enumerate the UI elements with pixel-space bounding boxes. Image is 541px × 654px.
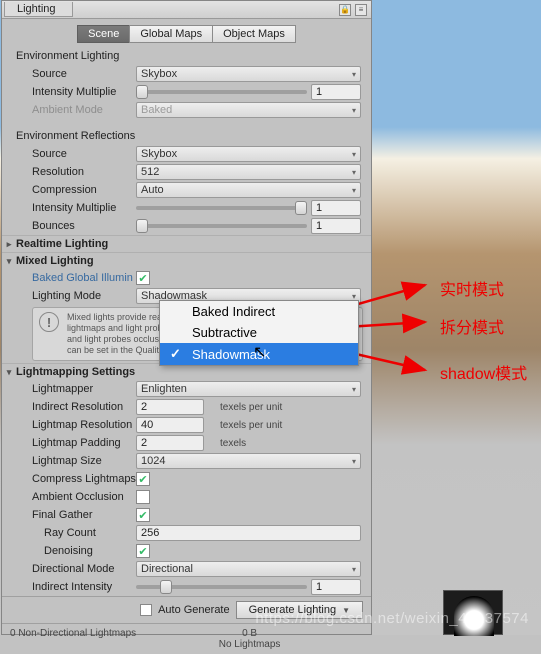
lighting-mode-menu: Baked Indirect Subtractive ✓Shadowmask xyxy=(159,300,359,366)
info-icon: ! xyxy=(39,312,59,332)
chevron-down-icon: ▼ xyxy=(342,606,350,615)
lightmapper-label: Lightmapper xyxy=(20,383,136,395)
tab-scene[interactable]: Scene xyxy=(77,25,130,43)
lightmap-res-label: Lightmap Resolution xyxy=(20,419,136,431)
refl-comp-label: Compression xyxy=(20,184,136,196)
baked-gi-label: Baked Global Illumin xyxy=(20,272,136,284)
refl-res-dropdown[interactable]: 512▾ xyxy=(136,164,361,180)
indirect-int-slider[interactable] xyxy=(136,585,307,589)
generate-lighting-button[interactable]: Generate Lighting▼ xyxy=(236,601,363,619)
ambient-mode-dropdown: Baked▾ xyxy=(136,102,361,118)
final-gather-checkbox[interactable]: ✔ xyxy=(136,508,150,522)
refl-source-dropdown[interactable]: Skybox▾ xyxy=(136,146,361,162)
unit-label: texels per unit xyxy=(214,402,282,413)
unit-label: texels per unit xyxy=(214,420,282,431)
ray-count-field[interactable]: 256 xyxy=(136,525,361,541)
indirect-int-field[interactable]: 1 xyxy=(311,579,361,595)
chevron-down-icon: ▾ xyxy=(352,106,356,115)
realtime-lighting-header[interactable]: ▸Realtime Lighting xyxy=(2,235,371,252)
refl-source-label: Source xyxy=(20,148,136,160)
env-reflections-header: Environment Reflections xyxy=(2,127,371,145)
annotation-split: 拆分模式 xyxy=(440,314,504,338)
env-source-label: Source xyxy=(20,68,136,80)
final-gather-label: Final Gather xyxy=(20,509,136,521)
dir-mode-label: Directional Mode xyxy=(20,563,136,575)
indirect-res-field[interactable]: 2 xyxy=(136,399,204,415)
lightmap-res-field[interactable]: 40 xyxy=(136,417,204,433)
tab-global-maps[interactable]: Global Maps xyxy=(129,25,213,43)
lighting-mode-label: Lighting Mode xyxy=(20,290,136,302)
refl-bounces-slider[interactable] xyxy=(136,224,307,228)
brush-preview xyxy=(443,590,503,635)
indirect-int-label: Indirect Intensity xyxy=(20,581,136,593)
refl-comp-dropdown[interactable]: Auto▾ xyxy=(136,182,361,198)
chevron-down-icon: ▾ xyxy=(352,70,356,79)
compress-label: Compress Lightmaps xyxy=(20,473,136,485)
ao-checkbox[interactable]: ✔ xyxy=(136,490,150,504)
env-intensity-label: Intensity Multiplie xyxy=(20,86,136,98)
baked-gi-checkbox[interactable]: ✔ xyxy=(136,271,150,285)
env-intensity-slider[interactable] xyxy=(136,90,307,94)
refl-intensity-field[interactable]: 1 xyxy=(311,200,361,216)
titlebar: Lighting 🔒 ≡ xyxy=(2,1,371,19)
ambient-mode-label: Ambient Mode xyxy=(20,104,136,116)
auto-generate-label: Auto Generate xyxy=(158,604,230,616)
refl-bounces-field[interactable]: 1 xyxy=(311,218,361,234)
compress-checkbox[interactable]: ✔ xyxy=(136,472,150,486)
menu-subtractive[interactable]: Subtractive xyxy=(160,322,358,343)
auto-generate-checkbox[interactable] xyxy=(140,604,152,616)
tabs: Scene Global Maps Object Maps xyxy=(2,19,371,47)
refl-res-label: Resolution xyxy=(20,166,136,178)
dir-mode-dropdown[interactable]: Directional▾ xyxy=(136,561,361,577)
menu-icon[interactable]: ≡ xyxy=(355,4,367,16)
annotation-shadow: shadow模式 xyxy=(440,360,530,384)
tab-object-maps[interactable]: Object Maps xyxy=(212,25,296,43)
menu-baked-indirect[interactable]: Baked Indirect xyxy=(160,301,358,322)
denoise-label: Denoising xyxy=(20,545,136,557)
mixed-lighting-header[interactable]: ▾Mixed Lighting xyxy=(2,252,371,269)
padding-field[interactable]: 2 xyxy=(136,435,204,451)
window-title-tab[interactable]: Lighting xyxy=(4,2,73,17)
lock-icon[interactable]: 🔒 xyxy=(339,4,351,16)
refl-intensity-slider[interactable] xyxy=(136,206,307,210)
unit-label: texels xyxy=(214,438,246,449)
env-lighting-header: Environment Lighting xyxy=(2,47,371,65)
env-source-dropdown[interactable]: Skybox▾ xyxy=(136,66,361,82)
indirect-res-label: Indirect Resolution xyxy=(20,401,136,413)
annotation-realtime: 实时模式 xyxy=(440,276,504,300)
refl-bounces-label: Bounces xyxy=(20,220,136,232)
lightmap-size-dropdown[interactable]: 1024▾ xyxy=(136,453,361,469)
menu-shadowmask[interactable]: ✓Shadowmask xyxy=(160,343,358,365)
padding-label: Lightmap Padding xyxy=(20,437,136,449)
refl-intensity-label: Intensity Multiplie xyxy=(20,202,136,214)
status-bar: 0 Non-Directional Lightmaps 0 BNo Lightm… xyxy=(2,623,371,654)
env-intensity-field[interactable]: 1 xyxy=(311,84,361,100)
lightmap-size-label: Lightmap Size xyxy=(20,455,136,467)
denoise-checkbox[interactable]: ✔ xyxy=(136,544,150,558)
ao-label: Ambient Occlusion xyxy=(20,491,136,503)
ray-count-label: Ray Count xyxy=(20,527,136,539)
lightmapper-dropdown[interactable]: Enlighten▾ xyxy=(136,381,361,397)
